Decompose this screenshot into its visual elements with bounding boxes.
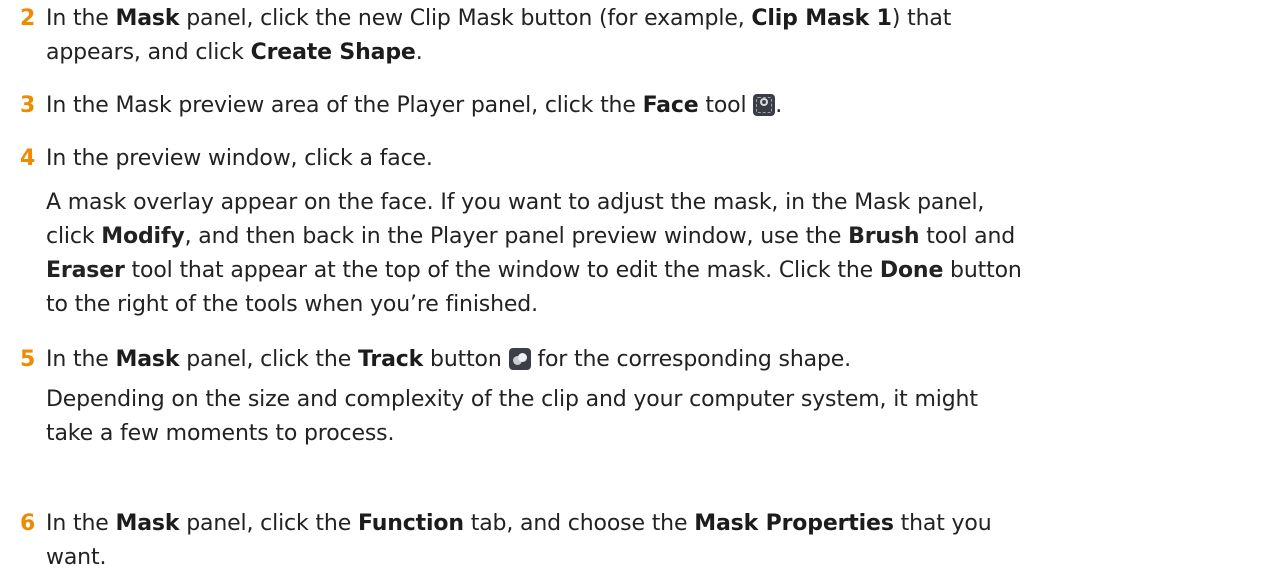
step-5: 5 In the Mask panel, click the Track but… bbox=[20, 343, 1240, 451]
bold-term: Mask bbox=[115, 511, 180, 536]
step-text: In the preview window, click a face. bbox=[46, 146, 433, 171]
track-icon bbox=[508, 348, 531, 370]
bold-term: Mask Properties bbox=[694, 511, 894, 536]
step-2: 2 In the Mask panel, click the new Clip … bbox=[20, 2, 1240, 70]
bold-term: Modify bbox=[101, 224, 185, 249]
bold-term: Brush bbox=[848, 224, 920, 249]
step-number: 2 bbox=[20, 6, 36, 31]
step-text: In the Mask panel, click the Function ta… bbox=[46, 511, 992, 570]
step-6: 6 In the Mask panel, click the Function … bbox=[20, 507, 1240, 575]
step-detail: A mask overlay appear on the face. If yo… bbox=[46, 190, 1022, 317]
bold-term: Clip Mask 1 bbox=[751, 6, 892, 31]
step-number: 6 bbox=[20, 511, 36, 536]
bold-term: Mask bbox=[115, 347, 180, 372]
bold-term: Track bbox=[357, 347, 424, 372]
bold-term: Mask bbox=[115, 6, 180, 31]
bold-term: Face bbox=[642, 93, 699, 118]
bold-term: Function bbox=[357, 511, 464, 536]
step-number: 3 bbox=[20, 93, 36, 118]
step-number: 5 bbox=[20, 347, 36, 372]
step-text: In the Mask panel, click the new Clip Ma… bbox=[46, 6, 952, 65]
face-tool-icon bbox=[753, 94, 776, 116]
bold-term: Done bbox=[879, 258, 944, 283]
step-text: In the Mask preview area of the Player p… bbox=[46, 93, 783, 118]
step-number: 4 bbox=[20, 146, 36, 171]
bold-term: Create Shape bbox=[250, 40, 416, 65]
bold-term: Eraser bbox=[46, 258, 125, 283]
step-text: In the Mask panel, click the Track butto… bbox=[46, 347, 851, 372]
step-detail: Depending on the size and complexity of … bbox=[46, 387, 978, 446]
document-page: 2 In the Mask panel, click the new Clip … bbox=[0, 0, 1261, 579]
step-4: 4 In the preview window, click a face. A… bbox=[20, 142, 1240, 322]
step-3: 3 In the Mask preview area of the Player… bbox=[20, 89, 1240, 123]
